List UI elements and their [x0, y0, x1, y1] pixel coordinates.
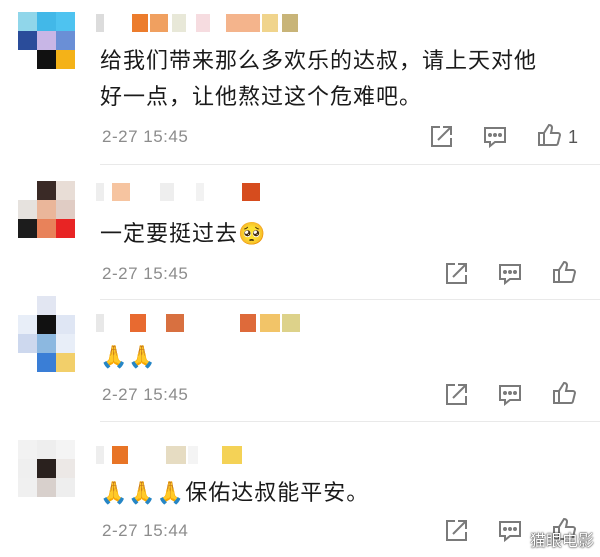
praying-hands-emoji: 🙏🙏🙏	[100, 481, 186, 506]
username-pixelated[interactable]	[96, 14, 306, 32]
comment-time: 2-27 15:44	[102, 521, 189, 540]
share-icon[interactable]	[443, 261, 469, 287]
share-icon[interactable]	[443, 518, 469, 544]
praying-hands-emoji: 🙏🙏	[100, 345, 157, 370]
comment-line: 给我们带来那么多欢乐的达叔，请上天对他	[100, 49, 538, 74]
comment-2: 一定要挺过去🥺 2-27 15:45	[0, 165, 600, 300]
like-icon[interactable]	[551, 380, 577, 406]
like-count: 1	[568, 127, 579, 147]
comment-text: 🙏🙏	[100, 340, 576, 376]
like-icon[interactable]	[536, 122, 562, 148]
username-pixelated[interactable]	[96, 446, 256, 464]
comment-icon[interactable]	[497, 382, 523, 408]
pleading-face-emoji: 🥺	[238, 222, 267, 247]
username-pixelated[interactable]	[96, 314, 306, 332]
share-icon[interactable]	[428, 124, 454, 150]
comment-icon[interactable]	[482, 124, 508, 150]
comment-line: 好一点，让他熬过这个危难吧。	[100, 85, 423, 110]
watermark: 猫眼电影	[529, 531, 594, 550]
comment-icon[interactable]	[497, 261, 523, 287]
comment-time: 2-27 15:45	[102, 385, 189, 404]
avatar[interactable]	[18, 440, 75, 497]
like-icon[interactable]	[551, 259, 577, 285]
comment-text: 给我们带来那么多欢乐的达叔，请上天对他 好一点，让他熬过这个危难吧。	[100, 44, 576, 116]
share-icon[interactable]	[443, 382, 469, 408]
comment-text: 🙏🙏🙏保佑达叔能平安。	[100, 476, 576, 512]
comment-3: 🙏🙏 2-27 15:45	[0, 296, 600, 422]
comment-time: 2-27 15:45	[102, 127, 189, 146]
comment-4: 🙏🙏🙏保佑达叔能平安。 2-27 15:44	[0, 422, 600, 557]
avatar[interactable]	[18, 181, 75, 238]
comment-body: 一定要挺过去	[100, 222, 239, 247]
comment-body: 保佑达叔能平安。	[185, 481, 370, 506]
comment-icon[interactable]	[497, 518, 523, 544]
comment-text: 一定要挺过去🥺	[100, 217, 576, 253]
comment-1: 给我们带来那么多欢乐的达叔，请上天对他 好一点，让他熬过这个危难吧。 2-27 …	[0, 0, 600, 165]
avatar[interactable]	[18, 12, 75, 69]
comment-time: 2-27 15:45	[102, 264, 189, 283]
avatar[interactable]	[18, 296, 75, 372]
username-pixelated[interactable]	[96, 183, 296, 201]
